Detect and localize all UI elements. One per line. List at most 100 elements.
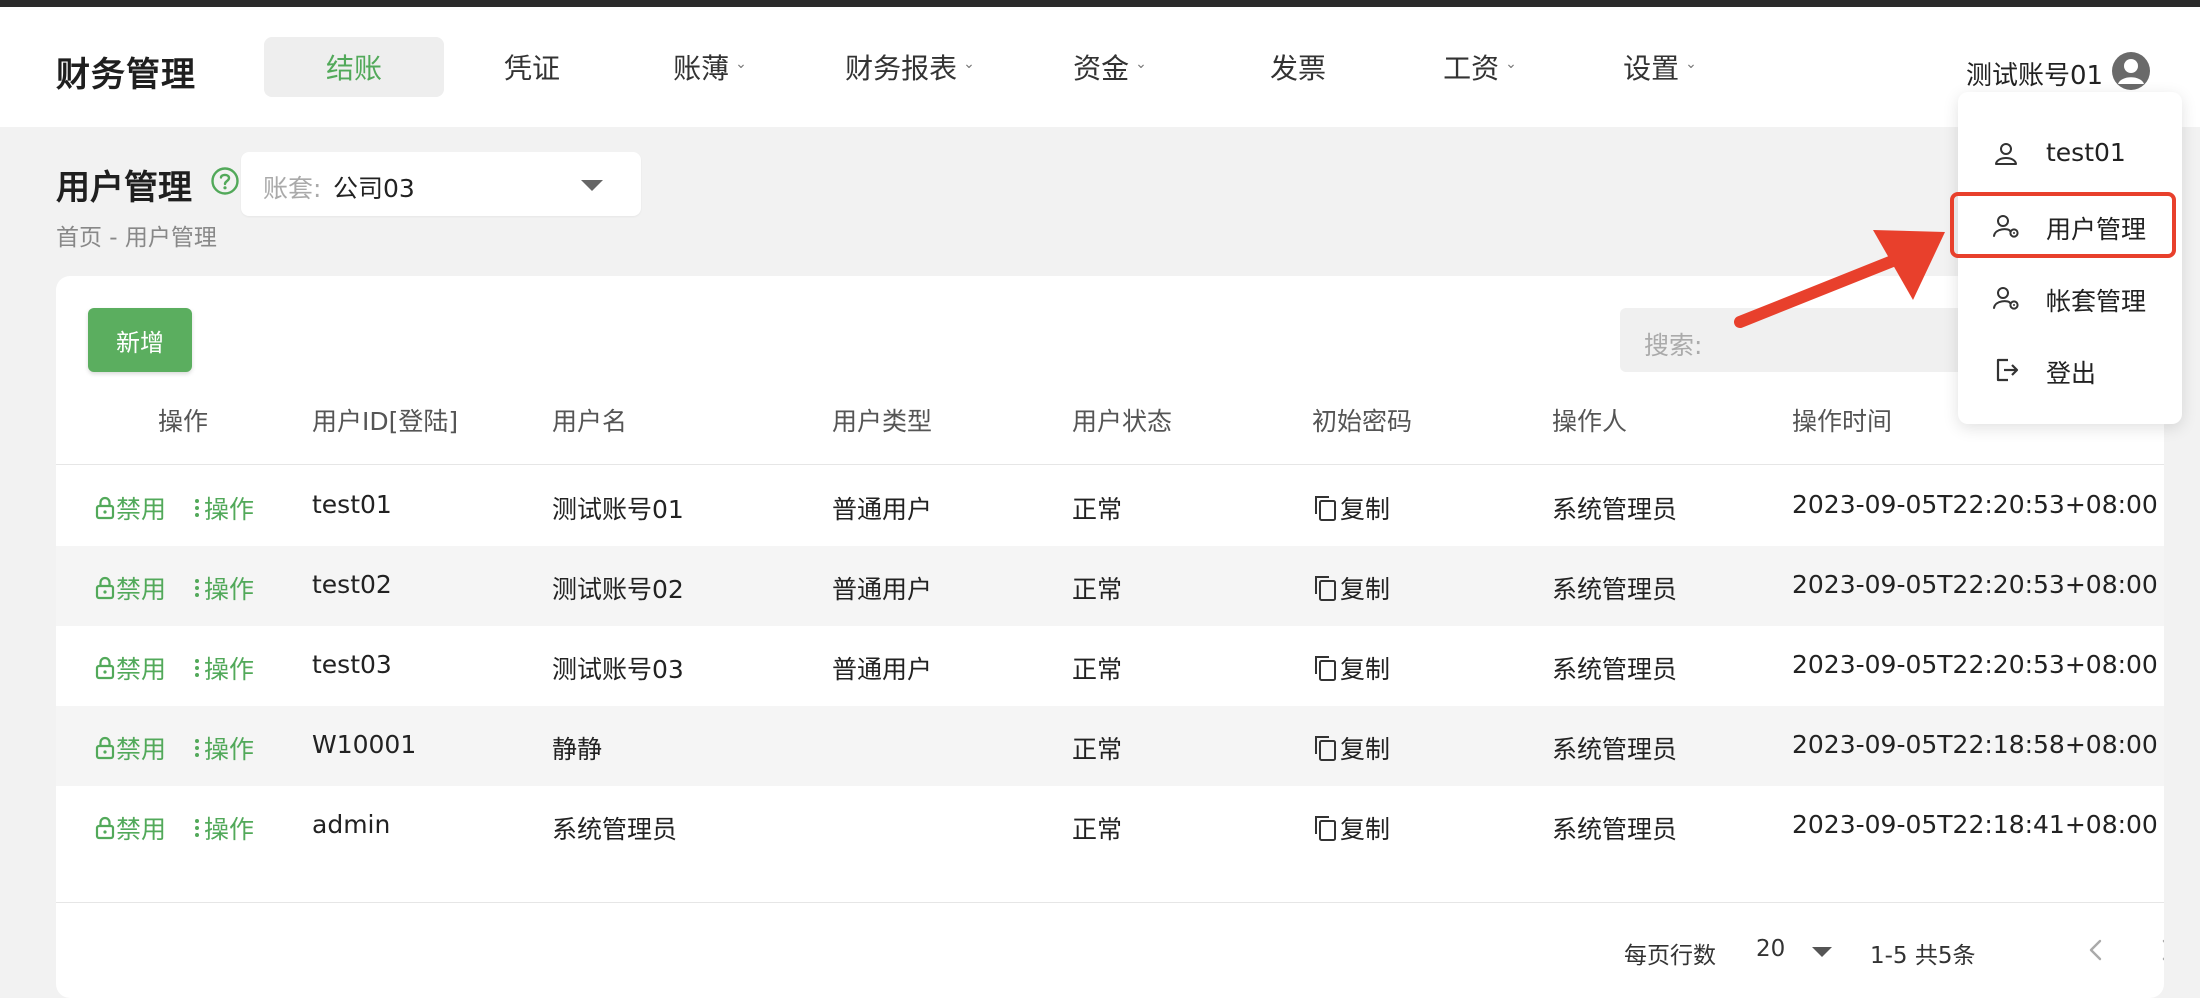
copy-password-button[interactable]: 复制 [1312,570,1390,606]
chevron-down-icon: ⌄ [735,56,747,72]
copy-label: 复制 [1340,735,1391,764]
nav-item-label: 工资 [1443,52,1500,85]
table-row: 禁用 操作 test01 测试账号01 普通用户 正常 复制 系统管理员 202… [56,466,2164,546]
nav-item-salary[interactable]: 工资 ⌄ [1410,37,1550,97]
row-actions-button[interactable]: 操作 [192,490,254,526]
nav-item-ledger[interactable]: 账薄 ⌄ [640,37,780,97]
logout-icon [1996,358,2019,382]
copy-icon [1315,576,1336,601]
menu-item-label: 登出 [2046,359,2097,388]
disable-button[interactable]: 禁用 [94,490,166,526]
row-actions-button[interactable]: 操作 [192,570,254,606]
cell-user-id: test01 [312,490,392,519]
disable-button[interactable]: 禁用 [94,570,166,606]
ledger-value: 公司03 [333,174,415,203]
cell-operator: 系统管理员 [1552,575,1678,604]
cell-operation-time: 2023-09-05T22:18:41+08:00 [1792,810,2158,839]
chevron-down-icon: ⌄ [1505,56,1517,72]
divider [56,902,2164,903]
nav-item-invoice[interactable]: 发票 [1228,37,1368,97]
cell-operation-time: 2023-09-05T22:20:53+08:00 [1792,490,2158,519]
row-actions-label: 操作 [204,575,255,604]
row-actions-label: 操作 [204,655,255,684]
column-header-operation-time: 操作时间 [1792,407,1893,436]
row-actions-label: 操作 [204,495,255,524]
row-actions-label: 操作 [204,815,255,844]
lock-icon [95,576,115,600]
column-header-user-type: 用户类型 [832,407,933,436]
chevron-right-icon[interactable] [2154,936,2164,964]
cell-user-status: 正常 [1072,815,1123,844]
pagination-range: 1-5 共5条 [1870,943,1976,969]
ledger-select[interactable]: 账套: 公司03 [241,152,641,216]
cell-user-status: 正常 [1072,575,1123,604]
cell-user-name: 测试账号02 [552,575,684,604]
nav-item-reports[interactable]: 财务报表 ⌄ [830,37,990,97]
nav-item-label: 发票 [1269,52,1326,85]
lock-icon [95,656,115,680]
chevron-left-icon[interactable] [2082,936,2110,964]
person-icon [1995,143,2017,165]
copy-label: 复制 [1340,495,1391,524]
menu-item-logout[interactable]: 登出 [1958,338,2182,402]
column-header-user-name: 用户名 [552,407,628,436]
lock-icon [95,736,115,760]
user-dropdown-menu: test01 用户管理 帐套管理 登出 [1958,92,2182,424]
column-header-user-status: 用户状态 [1072,407,1173,436]
user-table-card: 新增 搜索: 操作 用户ID[登陆] 用户名 用户类型 用户状态 初始密码 操作… [56,276,2164,998]
rows-per-page-select[interactable]: 20 [1756,936,1785,962]
nav-item-voucher[interactable]: 凭证 [462,37,602,97]
nav-item-label: 设置 [1623,52,1680,85]
column-header-operator: 操作人 [1552,407,1628,436]
more-vertical-icon [195,819,199,837]
disable-label: 禁用 [116,495,167,524]
cell-user-status: 正常 [1072,655,1123,684]
copy-password-button[interactable]: 复制 [1312,490,1390,526]
copy-icon [1315,816,1336,841]
top-navbar: 财务管理 结账 凭证 账薄 ⌄ 财务报表 ⌄ 资金 ⌄ 发票 工资 ⌄ 设置 ⌄ 测试账号… [0,7,2200,127]
table-row: 禁用 操作 test02 测试账号02 普通用户 正常 复制 系统管理员 202… [56,546,2164,626]
nav-item-label: 财务报表 [845,52,958,85]
copy-password-button[interactable]: 复制 [1312,810,1390,846]
table-row: 禁用 操作 test03 测试账号03 普通用户 正常 复制 系统管理员 202… [56,626,2164,706]
nav-item-settings[interactable]: 设置 ⌄ [1590,37,1730,97]
copy-password-button[interactable]: 复制 [1312,730,1390,766]
cell-user-id: test03 [312,650,392,679]
current-user-name[interactable]: 测试账号01 [1966,55,2103,92]
chevron-down-icon: ⌄ [1685,56,1697,72]
copy-password-button[interactable]: 复制 [1312,650,1390,686]
rows-per-page-label: 每页行数 [1624,943,1716,969]
nav-item-label: 资金 [1073,52,1130,85]
disable-button[interactable]: 禁用 [94,730,166,766]
disable-button[interactable]: 禁用 [94,810,166,846]
cell-user-name: 静静 [552,735,603,764]
caret-down-icon [581,180,603,191]
more-vertical-icon [195,579,199,597]
row-actions-button[interactable]: 操作 [192,730,254,766]
disable-label: 禁用 [116,655,167,684]
menu-item-label: test01 [2046,138,2126,167]
brand-title: 财务管理 [56,55,196,95]
table-row: 禁用 操作 W10001 静静 正常 复制 系统管理员 2023-09-05T2… [56,706,2164,786]
column-header-initial-password: 初始密码 [1312,407,1413,436]
row-actions-button[interactable]: 操作 [192,650,254,686]
annotation-arrow-icon [1734,230,1945,328]
avatar-icon[interactable] [2111,51,2151,91]
cell-user-name: 测试账号01 [552,495,684,524]
nav-item-closing[interactable]: 结账 [264,37,444,97]
cell-operator: 系统管理员 [1552,735,1678,764]
add-button[interactable]: 新增 [88,308,192,372]
cell-user-status: 正常 [1072,735,1123,764]
menu-item-label: 帐套管理 [2046,287,2147,316]
menu-item-account-management[interactable]: 帐套管理 [1958,266,2182,330]
copy-icon [1315,656,1336,681]
help-icon[interactable] [210,166,240,196]
nav-item-funds[interactable]: 资金 ⌄ [1040,37,1180,97]
caret-down-icon[interactable] [1812,947,1832,957]
disable-button[interactable]: 禁用 [94,650,166,686]
cell-operator: 系统管理员 [1552,815,1678,844]
search-label: 搜索: [1644,331,1703,360]
copy-icon [1315,496,1336,521]
row-actions-button[interactable]: 操作 [192,810,254,846]
menu-item-profile[interactable]: test01 [1958,122,2182,186]
